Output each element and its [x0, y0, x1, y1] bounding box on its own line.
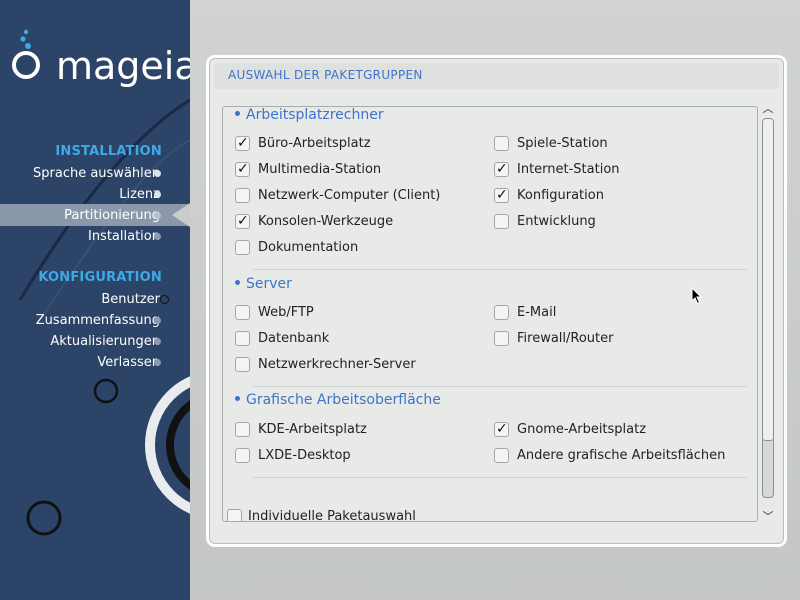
option-label: LXDE-Desktop — [258, 448, 351, 463]
checkbox[interactable] — [494, 136, 509, 151]
checkbox[interactable] — [235, 357, 250, 372]
package-group-list: Arbeitsplatzrechner ✓ Büro-Arbeitsplatz … — [222, 106, 758, 522]
checkbox[interactable] — [235, 331, 250, 346]
sidebar-item-sprache: Sprache auswählen — [33, 166, 160, 181]
logo-text: mageia — [56, 44, 190, 88]
option-label: Gnome-Arbeitsplatz — [517, 422, 647, 437]
group-title-workstation: Arbeitsplatzrechner — [235, 107, 384, 123]
logo-bubbles-icon — [12, 29, 40, 79]
group-divider — [253, 477, 747, 478]
sidebar-item-verlassen: Verlassen — [97, 355, 160, 370]
mageia-logo: mageia — [10, 28, 190, 88]
group-title-desktop: Grafische Arbeitsoberfläche — [235, 392, 441, 408]
checkbox[interactable] — [235, 240, 250, 255]
option-label: Individuelle Paketauswahl — [248, 509, 416, 522]
list-scrollbar[interactable]: ︿ ﹀ — [761, 103, 775, 524]
option-label: Büro-Arbeitsplatz — [258, 136, 371, 151]
checkbox[interactable] — [235, 305, 250, 320]
sidebar-item-zusammenfassung: Zusammenfassung — [35, 313, 160, 328]
option-label: Netzwerkrechner-Server — [258, 357, 416, 372]
step-done-dot-icon — [154, 191, 161, 198]
checkbox[interactable] — [494, 331, 509, 346]
group-divider — [253, 269, 747, 270]
option-label: Datenbank — [258, 331, 330, 346]
bullet-icon — [235, 395, 240, 401]
option-label: Andere grafische Arbeitsflächen — [517, 448, 726, 463]
bullet-icon — [235, 110, 240, 116]
group-title-text: Server — [246, 276, 292, 292]
checkbox[interactable] — [494, 305, 509, 320]
scroll-up-icon[interactable]: ︿ — [761, 103, 775, 116]
step-ring-icon — [160, 295, 169, 304]
sidebar-item-partitionierung: Partitionierung — [64, 208, 160, 223]
checkbox[interactable] — [227, 509, 242, 521]
check-icon: ✓ — [237, 135, 249, 151]
option-label: Konsolen-Werkzeuge — [258, 214, 394, 229]
main-area: AUSWAHL DER PAKETGRUPPEN Arbeitsplatzrec… — [190, 0, 800, 600]
step-done-dot-icon — [154, 170, 161, 177]
step-pending-dot-icon — [154, 359, 161, 366]
sidebar-item-installation: Installation — [87, 229, 160, 244]
checkbox[interactable]: ✓ — [235, 135, 250, 151]
step-pending-dot-icon — [154, 233, 161, 240]
checkbox[interactable]: ✓ — [235, 213, 250, 229]
option-label: Entwicklung — [517, 214, 596, 229]
sidebar-item-benutzer: Benutzer — [101, 292, 160, 307]
option-label: KDE-Arbeitsplatz — [258, 422, 367, 437]
group-title-text: Arbeitsplatzrechner — [246, 107, 384, 123]
scroll-down-icon[interactable]: ﹀ — [761, 511, 775, 524]
group-title-text: Grafische Arbeitsoberfläche — [246, 392, 441, 408]
option-label: E-Mail — [517, 305, 557, 320]
active-step-pointer — [172, 203, 190, 227]
option-label: Dokumentation — [258, 240, 359, 255]
section-title-installation: INSTALLATION — [55, 144, 162, 159]
option-label: Spiele-Station — [517, 136, 608, 151]
group-divider — [253, 386, 747, 387]
bullet-icon — [235, 279, 240, 285]
check-icon: ✓ — [496, 421, 508, 437]
option-label: Konfiguration — [517, 188, 604, 203]
checkbox[interactable]: ✓ — [235, 161, 250, 177]
option-label: Internet-Station — [517, 162, 620, 177]
sidebar: mageia INSTALLATION Sprache auswählen Li… — [0, 0, 190, 600]
section-title-konfiguration: KONFIGURATION — [38, 270, 162, 285]
checkbox[interactable] — [494, 214, 509, 229]
checkbox[interactable] — [235, 422, 250, 437]
scroll-track[interactable] — [762, 118, 774, 498]
checkbox[interactable]: ✓ — [494, 161, 509, 177]
scroll-thumb[interactable] — [763, 119, 773, 441]
panel-title: AUSWAHL DER PAKETGRUPPEN — [228, 68, 423, 82]
step-active-dot-icon — [154, 212, 161, 219]
option-label: Firewall/Router — [517, 331, 614, 346]
check-icon: ✓ — [496, 161, 508, 177]
option-label: Netzwerk-Computer (Client) — [258, 188, 441, 203]
check-icon: ✓ — [496, 187, 508, 203]
check-icon: ✓ — [237, 161, 249, 177]
option-label: Multimedia-Station — [258, 162, 382, 177]
step-pending-dot-icon — [154, 338, 161, 345]
group-title-server: Server — [235, 276, 292, 292]
checkbox[interactable] — [235, 188, 250, 203]
checkbox[interactable]: ✓ — [494, 421, 509, 437]
check-icon: ✓ — [237, 213, 249, 229]
checkbox[interactable]: ✓ — [494, 187, 509, 203]
step-pending-dot-icon — [154, 317, 161, 324]
checkbox[interactable] — [494, 448, 509, 463]
mouse-pointer-icon — [691, 287, 703, 305]
option-label: Web/FTP — [258, 305, 314, 320]
sidebar-item-aktualisierungen: Aktualisierungen — [50, 334, 160, 349]
checkbox[interactable] — [235, 448, 250, 463]
